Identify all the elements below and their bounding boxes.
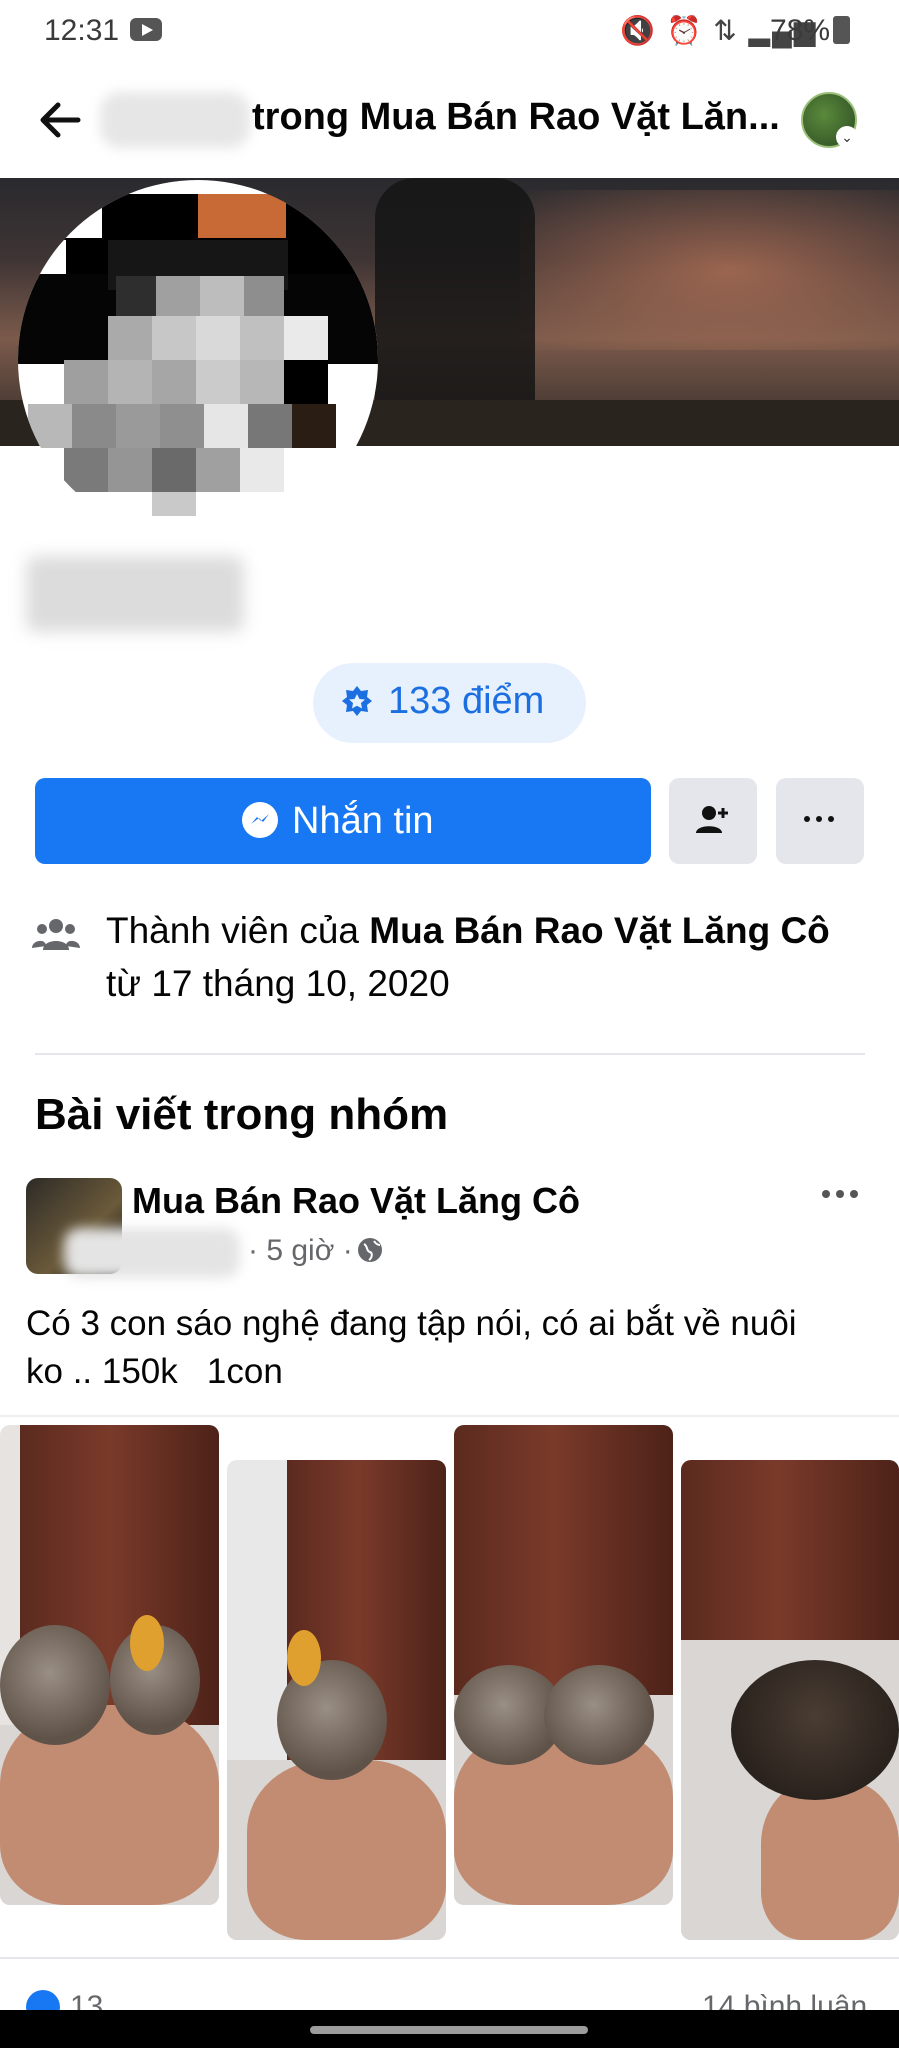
section-title: Bài viết trong nhóm (35, 1090, 449, 1139)
globe-icon (358, 1238, 382, 1262)
message-button-label: Nhắn tin (292, 800, 434, 842)
members-icon (32, 919, 80, 950)
post-group-name[interactable]: Mua Bán Rao Vặt Lăng Cô (132, 1180, 580, 1222)
post-photo-4[interactable] (681, 1460, 899, 1940)
divider (0, 1957, 899, 1959)
add-friend-icon (696, 806, 728, 833)
post-photo-2[interactable] (227, 1460, 446, 1940)
post-text: Có 3 con sáo nghệ đang tập nói, có ai bắ… (26, 1304, 797, 1391)
post-time: · 5 giờ · (248, 1234, 353, 1267)
divider (0, 1415, 899, 1417)
header-title: trong Mua Bán Rao Vặt Lăn... (252, 96, 780, 138)
post-photo-1[interactable] (0, 1425, 219, 1905)
membership-text: Thành viên của Mua Bán Rao Vặt Lăng Cô (106, 910, 830, 952)
home-gesture-pill[interactable] (310, 2026, 588, 2034)
divider (35, 1053, 865, 1055)
status-time: 12:31 (44, 14, 120, 47)
membership-group-name[interactable]: Mua Bán Rao Vặt Lăng Cô (369, 910, 829, 951)
cover-sky-glow (520, 190, 899, 350)
back-arrow-icon[interactable] (34, 95, 86, 145)
blurred-profile-name (26, 556, 244, 632)
youtube-notification-icon (130, 18, 162, 41)
add-friend-button[interactable] (669, 778, 757, 864)
post-more-icon[interactable] (822, 1190, 860, 1200)
points-text: 133 điểm (388, 680, 545, 722)
profile-picture[interactable] (18, 180, 378, 540)
membership-prefix: Thành viên của (106, 910, 370, 951)
chevron-down-icon[interactable]: ⌄ (836, 126, 858, 148)
blurred-user-name (100, 92, 250, 148)
battery-percent: 78% (770, 14, 831, 47)
badge-star-icon (342, 686, 372, 716)
post-photo-3[interactable] (454, 1425, 673, 1905)
battery-icon (833, 16, 850, 44)
more-options-button[interactable] (776, 778, 864, 864)
blurred-post-author (64, 1228, 240, 1278)
more-dots-icon (804, 816, 810, 822)
messenger-icon (242, 802, 278, 838)
membership-since: từ 17 tháng 10, 2020 (106, 963, 450, 1004)
